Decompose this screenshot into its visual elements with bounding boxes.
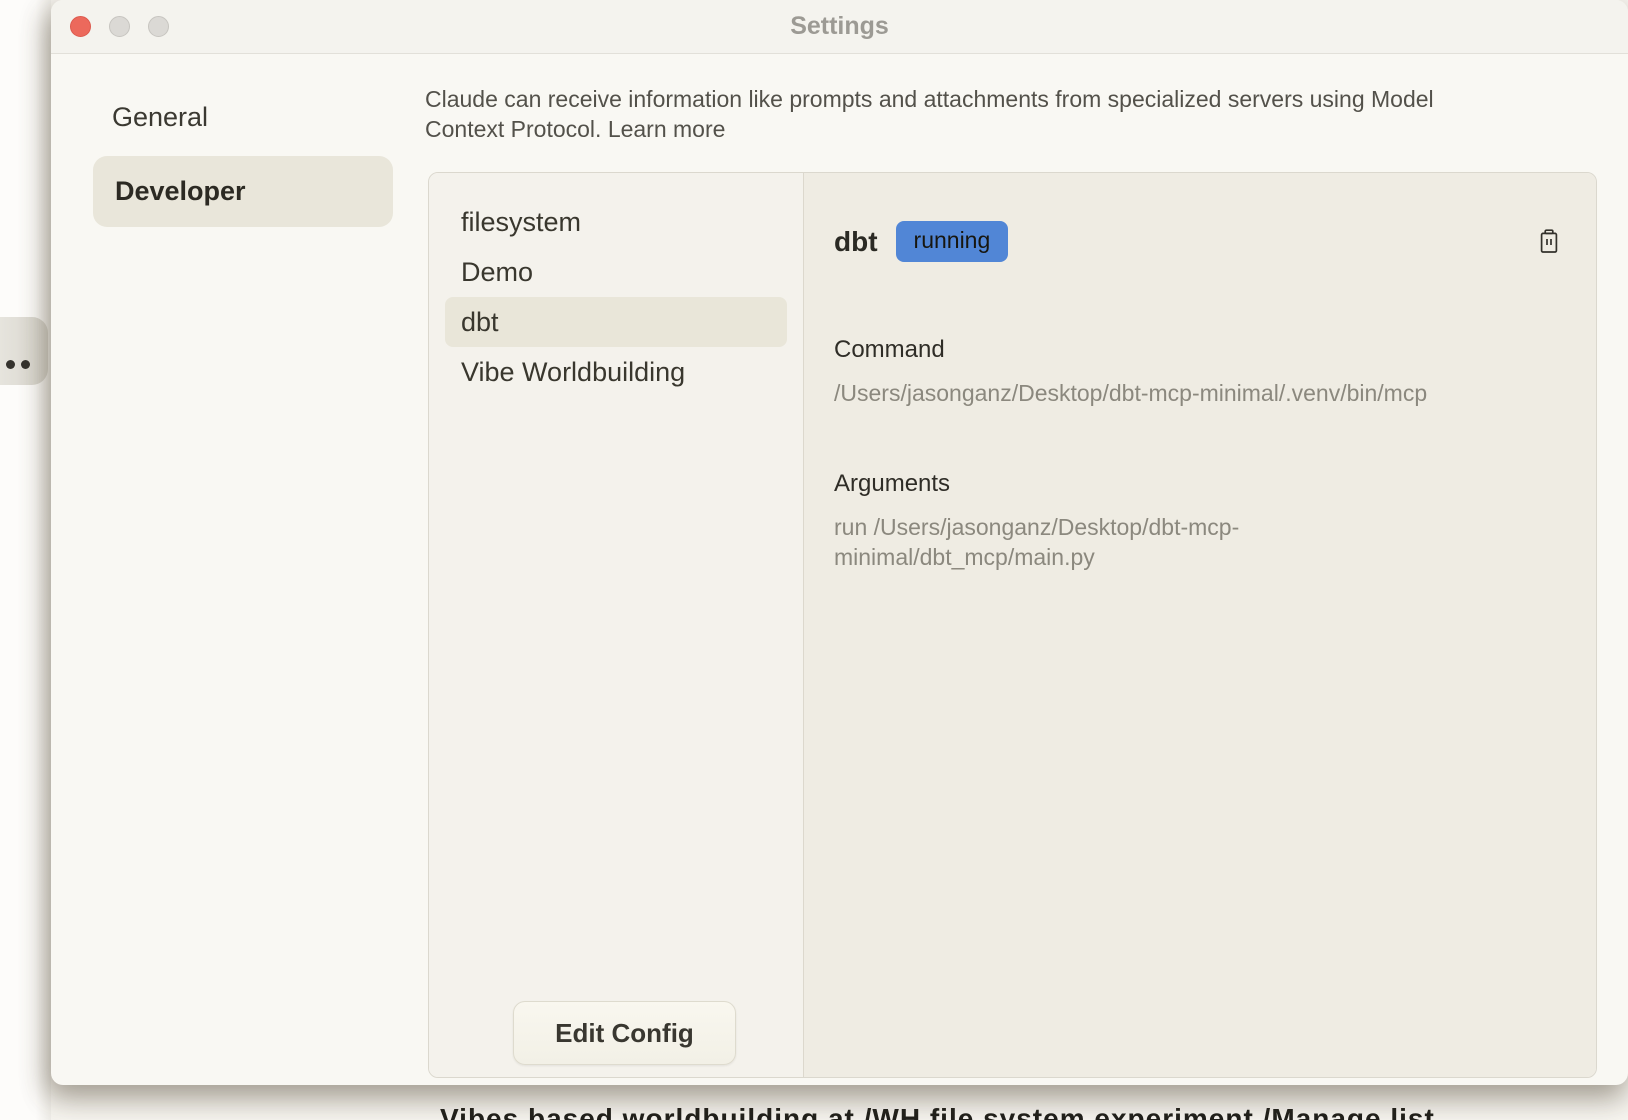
- server-list-item-filesystem[interactable]: filesystem: [445, 197, 787, 247]
- learn-more-link[interactable]: Learn more: [608, 116, 726, 142]
- dot-icon: [6, 360, 15, 369]
- description-text: Claude can receive information like prom…: [425, 86, 1434, 142]
- arguments-label: Arguments: [834, 470, 1560, 498]
- background-drag-tab[interactable]: [0, 317, 48, 385]
- status-badge: running: [896, 221, 1009, 262]
- server-detail-header: dbt running: [834, 221, 1560, 262]
- sidebar-item-general[interactable]: General: [112, 102, 208, 133]
- mcp-servers-panel: filesystem Demo dbt Vibe Worldbuilding E…: [428, 172, 1597, 1078]
- titlebar[interactable]: Settings: [51, 0, 1628, 54]
- settings-window: Settings General Developer Claude can re…: [51, 0, 1628, 1085]
- window-title: Settings: [51, 12, 1628, 41]
- server-list-item-vibe-worldbuilding[interactable]: Vibe Worldbuilding: [445, 347, 787, 397]
- server-name: dbt: [834, 226, 878, 258]
- dot-icon: [21, 360, 30, 369]
- trash-icon: [1538, 242, 1560, 257]
- server-list-item-demo[interactable]: Demo: [445, 247, 787, 297]
- background-clipped-text: Vibes based worldbuilding at /WH file sy…: [440, 1103, 1590, 1120]
- background-app-strip: [0, 0, 51, 1120]
- delete-server-button[interactable]: [1538, 229, 1560, 254]
- edit-config-button[interactable]: Edit Config: [513, 1001, 736, 1065]
- server-detail: dbt running: [803, 173, 1596, 1077]
- server-list: filesystem Demo dbt Vibe Worldbuilding E…: [429, 173, 803, 1077]
- arguments-value: run /Users/jasonganz/Desktop/dbt-mcp-min…: [834, 512, 1316, 572]
- sidebar-item-developer[interactable]: Developer: [93, 156, 393, 227]
- command-label: Command: [834, 336, 1560, 364]
- server-list-item-dbt[interactable]: dbt: [445, 297, 787, 347]
- command-value: /Users/jasonganz/Desktop/dbt-mcp-minimal…: [834, 378, 1560, 408]
- screen: Vibes based worldbuilding at /WH file sy…: [0, 0, 1628, 1120]
- mcp-description: Claude can receive information like prom…: [425, 84, 1480, 144]
